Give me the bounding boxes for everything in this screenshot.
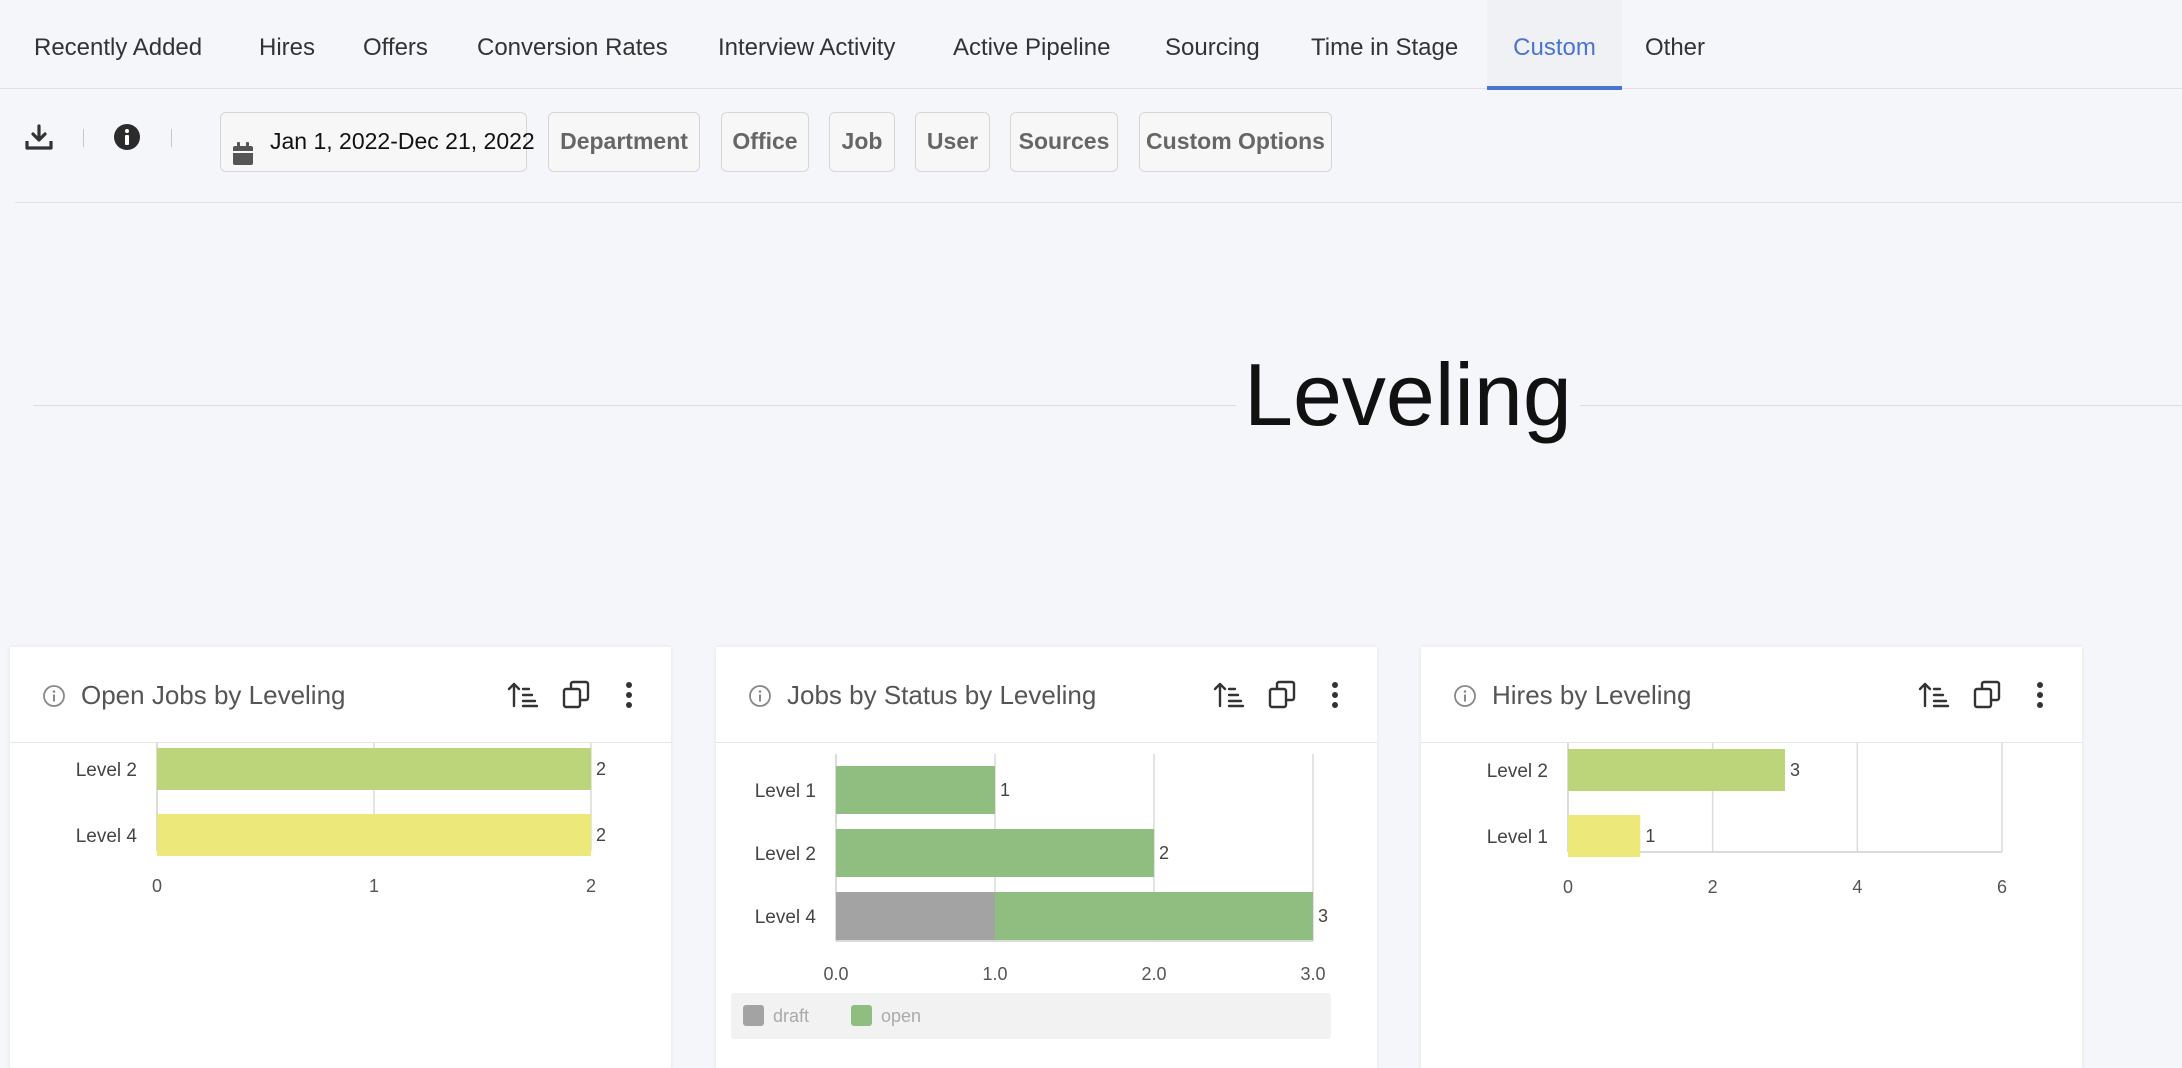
card-title: Jobs by Status by Leveling [787,680,1097,710]
x-tick-label: 0 [152,876,162,896]
filter-toolbar: Jan 1, 2022-Dec 21, 2022 Department Offi… [15,89,2182,203]
filter-user[interactable]: User [915,112,990,172]
y-tick-label: Level 1 [755,781,816,802]
legend-label: open [881,1006,922,1026]
legend-item-draft[interactable]: draft [743,1005,809,1027]
bar-chart: 0246Level 46Level 23Level 11 [1487,743,2007,897]
card-title: Open Jobs by Leveling [81,680,346,710]
copy-icon[interactable] [1971,679,2003,711]
more-options-icon[interactable] [613,679,645,711]
stacked-bar-chart: 0.0 1.0 2.0 3.0 Level 1 1 Level 2 2 Level 4 3 [755,754,1328,983]
x-tick-label: 2.0 [1141,964,1166,983]
tab-hires[interactable]: Hires [259,0,315,89]
sort-icon[interactable] [507,679,539,711]
date-range-label: Jan 1, 2022-Dec 21, 2022 [270,128,535,154]
sort-icon[interactable] [1918,679,1950,711]
calendar-icon [232,130,254,187]
x-tick-label: 3.0 [1300,964,1325,983]
sort-icon[interactable] [1213,679,1245,711]
toolbar-divider [83,129,84,147]
x-tick-label: 1.0 [982,964,1007,983]
y-tick-label: Level 2 [76,760,137,781]
filter-job[interactable]: Job [829,112,895,172]
section-title: Leveling [1236,340,1580,450]
x-tick-label: 0 [1563,877,1573,897]
x-tick-label: 1 [369,876,379,896]
copy-icon[interactable] [1266,679,1298,711]
y-tick-label: Level 2 [1487,761,1548,782]
date-range-picker[interactable]: Jan 1, 2022-Dec 21, 2022 [220,112,535,172]
filter-sources[interactable]: Sources [1010,112,1118,172]
section-divider [33,405,2182,406]
x-tick-label: 2 [586,876,596,896]
card-jobs-by-status-by-leveling: Jobs by Status by Leveling 0.0 1.0 2.0 3.0 L… [716,647,1377,1068]
tab-interview-activity[interactable]: Interview Activity [718,0,895,89]
filter-office[interactable]: Office [721,112,809,172]
copy-icon[interactable] [560,679,592,711]
info-outline-icon[interactable] [42,684,66,713]
bar[interactable] [157,814,591,856]
card-header: Open Jobs by Leveling [10,647,671,743]
info-outline-icon[interactable] [748,684,772,713]
filter-department[interactable]: Department [548,112,700,172]
data-label: 1 [1000,780,1010,800]
card-header: Hires by Leveling [1421,647,2082,743]
tab-active-pipeline[interactable]: Active Pipeline [953,0,1110,89]
y-tick-label: Level 4 [755,907,817,928]
bar-chart: 012Level 11Level 22Level 42 [76,743,606,896]
report-tabs: Recently Added Hires Offers Conversion R… [0,0,2182,90]
bar-open[interactable] [836,829,1154,877]
bar-draft[interactable] [836,892,995,940]
card-open-jobs-by-leveling: Open Jobs by Leveling 012Level 11Level 2… [10,647,671,1068]
data-label: 2 [1159,843,1169,863]
data-label: 3 [1790,760,1800,780]
tab-other[interactable]: Other [1645,0,1705,89]
data-label: 1 [1645,826,1655,846]
tab-offers[interactable]: Offers [363,0,428,89]
data-label: 2 [596,759,606,779]
legend-swatch [743,1005,764,1026]
tab-conversion-rates[interactable]: Conversion Rates [477,0,668,89]
legend-swatch [851,1005,872,1026]
data-label: 3 [1318,906,1328,926]
bar[interactable] [1568,749,1785,791]
tab-custom[interactable]: Custom [1487,0,1622,90]
x-tick-label: 2 [1708,877,1718,897]
toolbar-divider [171,129,172,147]
tab-time-in-stage[interactable]: Time in Stage [1311,0,1458,89]
tab-sourcing[interactable]: Sourcing [1165,0,1260,89]
filter-custom-options[interactable]: Custom Options [1139,112,1332,172]
tab-recently-added[interactable]: Recently Added [34,0,202,89]
legend-item-open[interactable]: open [851,1005,921,1027]
info-outline-icon[interactable] [1453,684,1477,713]
bar-open[interactable] [836,766,995,814]
bar[interactable] [157,748,591,790]
x-tick-label: 6 [1997,877,2007,897]
card-hires-by-leveling: Hires by Leveling 0246Level 46Level 23Le… [1421,647,2082,1068]
y-tick-label: Level 1 [1487,827,1548,848]
card-header: Jobs by Status by Leveling [716,647,1377,743]
data-label: 2 [596,825,606,845]
y-tick-label: Level 2 [755,844,816,865]
bar-open[interactable] [995,892,1313,940]
legend-label: draft [773,1006,810,1026]
card-title: Hires by Leveling [1492,680,1692,710]
chart-legend: draft open [731,993,1331,1039]
more-options-icon[interactable] [2024,679,2056,711]
download-icon[interactable] [24,123,54,153]
bar[interactable] [1568,815,1641,857]
x-tick-label: 0.0 [823,964,848,983]
y-tick-label: Level 4 [76,826,138,847]
more-options-icon[interactable] [1319,679,1351,711]
info-icon[interactable] [113,123,143,153]
x-tick-label: 4 [1852,877,1862,897]
